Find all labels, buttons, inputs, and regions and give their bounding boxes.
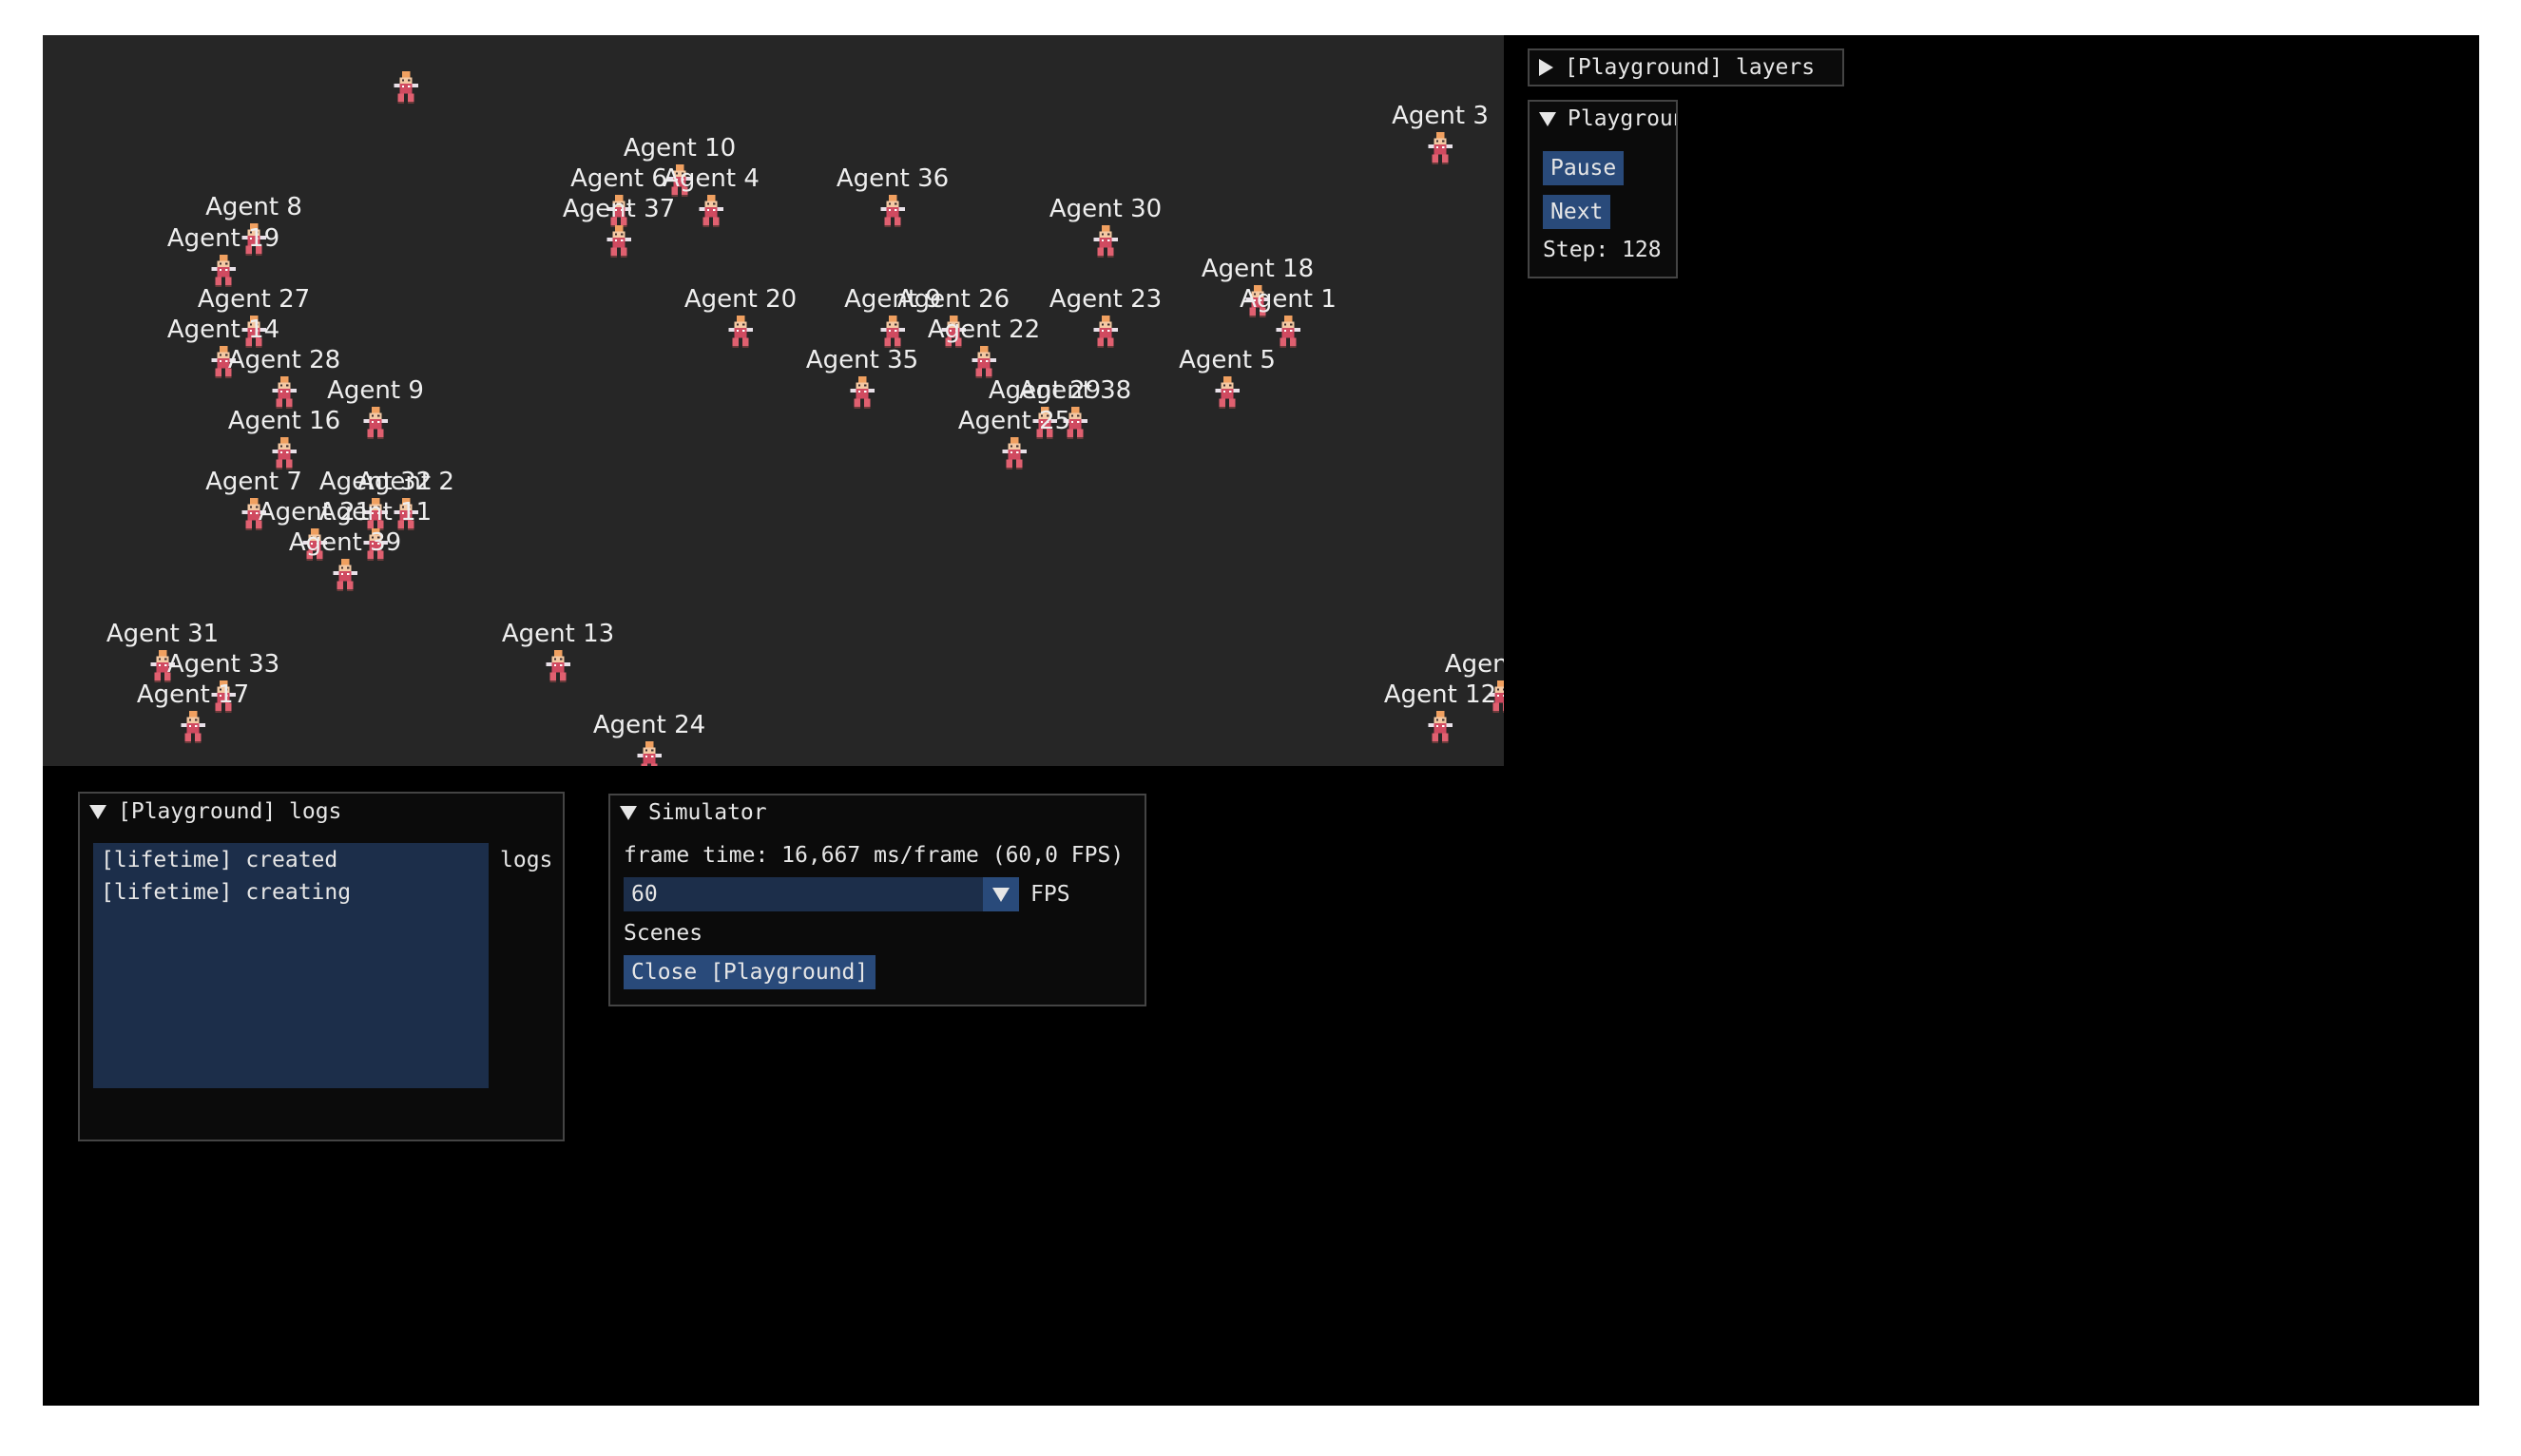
agent-sprite-icon (177, 711, 209, 743)
agent-sprite-icon (359, 407, 392, 439)
agent-sprite-icon (998, 437, 1030, 469)
agent-label: Agent 35 (805, 346, 919, 374)
agent-label: Agent 22 (927, 316, 1041, 344)
logs-panel-title: [Playground] logs (118, 799, 342, 824)
playground-panel-title: Playground (1568, 106, 1676, 131)
simulator-panel: Simulator frame time: 16,667 ms/frame (6… (608, 794, 1146, 1006)
log-line: [lifetime] created (101, 848, 338, 872)
agent-label: Agent 5 (1179, 346, 1276, 374)
dropdown-arrow-button[interactable] (983, 877, 1019, 911)
playground-panel: Playground Pause Next Step: 128 (1528, 100, 1678, 278)
agent-sprite-icon (1424, 132, 1456, 164)
agent-sprite-icon (542, 650, 574, 682)
agent-sprite-icon (846, 376, 878, 409)
app-window: Agent 3 Agent 10 Agent 6 Agent 4 Agent 36 Age… (43, 35, 2479, 1406)
expand-arrow-icon[interactable] (1539, 59, 1553, 76)
playground-panel-header[interactable]: Playground (1530, 102, 1676, 136)
agent-label: Agent 27 (197, 285, 311, 314)
frame-time-text: frame time: 16,667 ms/frame (60,0 FPS) (624, 843, 1125, 868)
agent-label: Agent 16 (227, 407, 341, 435)
agent-label: Agent 10 (623, 134, 737, 163)
agent-sprite-icon (876, 316, 909, 348)
pause-button[interactable]: Pause (1543, 151, 1625, 185)
agent-sprite-icon (1272, 316, 1304, 348)
collapse-arrow-icon[interactable] (1539, 111, 1556, 126)
simulator-panel-title: Simulator (648, 800, 767, 825)
layers-panel: [Playground] layers (1528, 48, 1844, 86)
agent-sprite-icon (724, 316, 757, 348)
agent-label: Agent 11 (318, 498, 433, 527)
agent-sprite-icon (207, 255, 240, 287)
fps-select-value: 60 (631, 882, 658, 907)
agent-sprite-icon (329, 559, 361, 591)
agent-label: Agent 37 (562, 195, 676, 223)
collapse-arrow-icon[interactable] (620, 805, 637, 820)
agent-sprite-icon (1424, 711, 1456, 743)
chevron-down-icon (992, 887, 1010, 902)
collapse-arrow-icon[interactable] (89, 804, 106, 819)
agent-label: Agent 19 (166, 224, 280, 253)
logs-label: logs (500, 848, 553, 872)
agent-label: Agent 13 (501, 620, 615, 648)
fps-label: FPS (1030, 882, 1070, 907)
agent-sprite-icon (268, 376, 300, 409)
agent-label: Agent 39 (288, 528, 402, 557)
agent-label: Agent 7 (205, 468, 302, 496)
agent-label: Agent 33 (166, 650, 280, 679)
agent-sprite-icon (968, 346, 1000, 378)
agent-sprite-icon (390, 71, 422, 104)
layers-panel-header[interactable]: [Playground] layers (1530, 50, 1842, 85)
agent-label: Agent 26 (896, 285, 1010, 314)
agent-label: Agent 38 (1018, 376, 1132, 405)
agent-label: Agent 24 (592, 711, 706, 739)
agent-label: Agent 3 (1392, 102, 1489, 130)
agent-label: Agent 31 (106, 620, 220, 648)
agent-label: Agent 2 (357, 468, 454, 496)
agent-sprite-icon (633, 741, 665, 766)
agent-sprite-icon (876, 195, 909, 227)
agent-label: Agent 14 (166, 316, 280, 344)
agent-sprite-icon (1089, 316, 1122, 348)
agent-label: Agent 15 (1444, 650, 1504, 679)
log-line: [lifetime] creating (101, 880, 352, 905)
agent-sprite-icon (1089, 225, 1122, 258)
agent-label: Agent 28 (227, 346, 341, 374)
simulator-panel-header[interactable]: Simulator (610, 795, 1145, 830)
agent-label: Agent 36 (836, 164, 950, 193)
agent-sprite-icon (695, 195, 727, 227)
agent-label: Agent 9 (327, 376, 424, 405)
agent-label: Agent 25 (957, 407, 1071, 435)
agent-label: Agent 4 (663, 164, 760, 193)
logs-panel: [Playground] logs [lifetime] created [li… (78, 792, 565, 1141)
logs-panel-header[interactable]: [Playground] logs (80, 794, 563, 830)
next-button[interactable]: Next (1543, 195, 1611, 229)
agent-sprite-icon (603, 225, 635, 258)
agent-label: Agent 17 (136, 680, 250, 709)
agent-sprite-icon (268, 437, 300, 469)
agent-label: Agent 6 (570, 164, 667, 193)
layers-panel-title: [Playground] layers (1565, 55, 1816, 80)
agent-label: Agent 12 (1383, 680, 1497, 709)
agent-sprite-icon (1211, 376, 1243, 409)
agent-label: Agent 18 (1201, 255, 1315, 283)
playground-viewport[interactable]: Agent 3 Agent 10 Agent 6 Agent 4 Agent 36 Age… (43, 35, 1504, 766)
step-counter: Step: 128 (1543, 238, 1662, 262)
agent-label: Agent 23 (1049, 285, 1163, 314)
agent-label: Agent 1 (1240, 285, 1337, 314)
agent-label: Agent 30 (1049, 195, 1163, 223)
agent-label: Agent 20 (683, 285, 798, 314)
fps-select[interactable]: 60 (624, 877, 1019, 911)
scenes-label: Scenes (624, 921, 703, 946)
close-playground-button[interactable]: Close [Playground] (624, 955, 876, 989)
logs-list[interactable]: [lifetime] created [lifetime] creating (93, 843, 489, 1088)
agent-label: Agent 8 (205, 193, 302, 221)
